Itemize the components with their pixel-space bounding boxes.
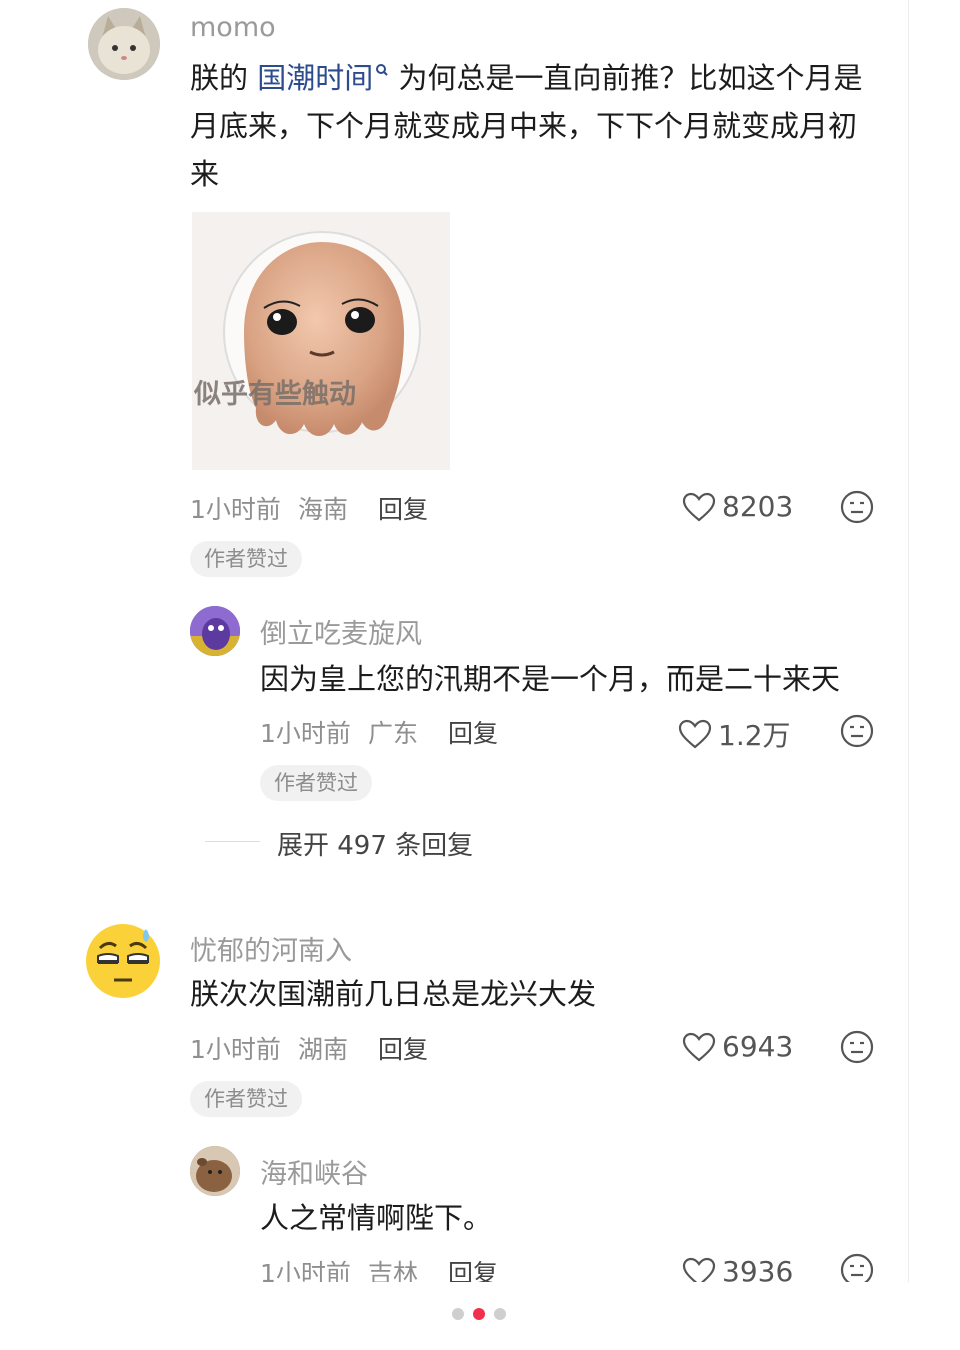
page-indicator[interactable] (452, 1308, 506, 1320)
comment-location: 湖南 (298, 1035, 349, 1064)
topic-link-text: 国潮时间 (257, 61, 374, 95)
page-dot[interactable] (473, 1308, 485, 1320)
dislike-button[interactable] (840, 1253, 874, 1282)
comment-list: momo 朕的 国潮时间 为何总是一直向前推？比如这个月是月底来，下个月就变成月… (0, 0, 960, 1282)
meh-face-icon (840, 490, 874, 524)
expand-divider (205, 841, 260, 842)
comment-text: 朕次次国潮前几日总是龙兴大发 (190, 977, 597, 1011)
sticker-caption: 似乎有些触动 (194, 379, 356, 410)
octopus-sticker-icon (223, 231, 421, 436)
comment-text-prefix: 朕的 (190, 61, 258, 95)
like-count: 8203 (722, 490, 794, 523)
avatar-reply-user[interactable] (190, 606, 240, 656)
dislike-button[interactable] (840, 490, 874, 528)
reply-time: 1小时前 (260, 1259, 351, 1282)
reply-button[interactable]: 回复 (448, 1254, 498, 1282)
username[interactable]: 忧郁的河南入 (190, 929, 352, 968)
reply-location: 广东 (368, 719, 419, 748)
avatar-momo[interactable] (88, 8, 160, 80)
reply-time: 1小时前 (260, 719, 351, 748)
heart-icon (682, 1257, 716, 1282)
comment-time: 1小时前 (190, 495, 281, 524)
author-liked-badge: 作者赞过 (260, 765, 372, 801)
sticker-image[interactable]: 似乎有些触动 (192, 212, 450, 470)
author-liked-badge: 作者赞过 (190, 1081, 302, 1117)
dislike-button[interactable] (840, 714, 874, 752)
search-icon (376, 64, 388, 77)
reply-username[interactable]: 倒立吃麦旋风 (260, 612, 422, 651)
heart-icon (682, 1032, 716, 1061)
meh-face-icon (840, 1030, 874, 1064)
expand-replies-button[interactable]: 展开 497 条回复 (277, 825, 473, 862)
heart-icon (678, 719, 712, 749)
reply-text: 因为皇上您的汛期不是一个月，而是二十来天 (260, 662, 841, 696)
reply-location: 吉林 (368, 1259, 419, 1282)
like-button[interactable]: 3936 (682, 1255, 793, 1282)
reply-button[interactable]: 回复 (378, 1030, 428, 1066)
like-count: 6943 (722, 1030, 794, 1063)
heart-icon (682, 492, 716, 521)
topic-link[interactable]: 国潮时间 (257, 61, 389, 95)
like-button[interactable]: 1.2万 (678, 714, 791, 754)
comment-location: 海南 (298, 495, 349, 524)
purple-character-avatar-icon (190, 606, 240, 656)
like-button[interactable]: 8203 (682, 490, 793, 523)
like-count: 1.2万 (718, 719, 791, 752)
reply-button[interactable]: 回复 (448, 714, 498, 750)
capybara-avatar-icon (190, 1146, 240, 1196)
avatar-emoji-user[interactable] (84, 922, 162, 1000)
dislike-button[interactable] (840, 1030, 874, 1068)
cat-avatar-icon (88, 8, 160, 80)
comment-text: 朕的 国潮时间 为何总是一直向前推？比如这个月是月底来，下个月就变成月中来，下下… (190, 54, 880, 198)
reply-username[interactable]: 海和峡谷 (260, 1152, 368, 1191)
reply-text: 人之常情啊陛下。 (260, 1201, 493, 1235)
page-dot[interactable] (452, 1308, 464, 1320)
author-liked-badge: 作者赞过 (190, 541, 302, 577)
avatar-reply-user[interactable] (190, 1146, 240, 1196)
comment-time: 1小时前 (190, 1035, 281, 1064)
like-button[interactable]: 6943 (682, 1030, 793, 1063)
meh-face-icon (840, 714, 874, 748)
meh-face-icon (840, 1253, 874, 1282)
right-border (908, 0, 909, 1282)
page-dot[interactable] (494, 1308, 506, 1320)
like-count: 3936 (722, 1255, 794, 1282)
sweat-emoji-avatar-icon (86, 924, 160, 998)
reply-button[interactable]: 回复 (378, 490, 428, 526)
username[interactable]: momo (190, 12, 276, 43)
